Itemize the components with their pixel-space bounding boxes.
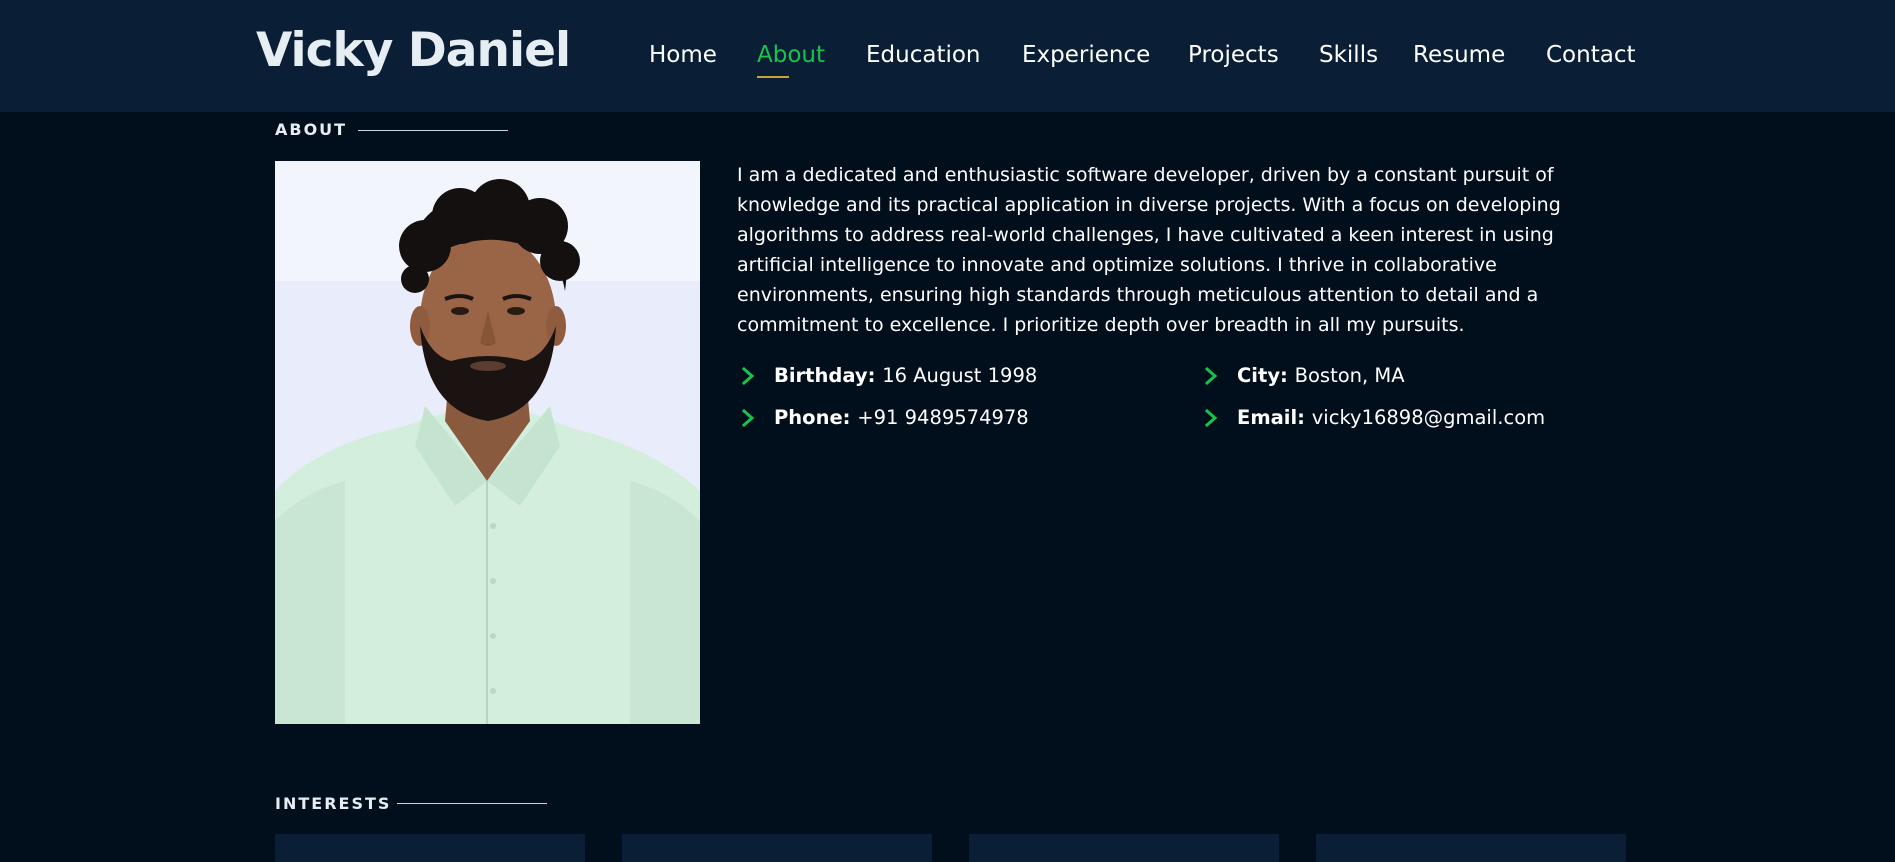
interest-card (969, 834, 1279, 862)
nav-resume[interactable]: Resume (1413, 38, 1505, 72)
about-title-line (358, 130, 508, 131)
nav-education[interactable]: Education (866, 38, 981, 72)
info-city-label: City: (1237, 364, 1288, 387)
info-birthday-label: Birthday: (774, 364, 876, 387)
nav-skills[interactable]: Skills (1319, 38, 1378, 72)
profile-photo-illustration (275, 161, 700, 724)
interests-title-line (397, 803, 547, 804)
info-email-label: Email: (1237, 406, 1305, 429)
about-bio: I am a dedicated and enthusiastic softwa… (737, 164, 1561, 336)
chevron-right-icon (741, 409, 755, 427)
info-phone-value: +91 9489574978 (857, 406, 1029, 429)
about-section-title: ABOUT (275, 120, 348, 139)
site-header: Vicky Daniel Home About Education Experi… (0, 0, 1895, 112)
chevron-right-icon (741, 367, 755, 385)
nav-about[interactable]: About (757, 38, 825, 72)
nav-home[interactable]: Home (649, 38, 717, 72)
info-email-value[interactable]: vicky16898@gmail.com (1312, 406, 1545, 429)
interests-section-title: INTERESTS (275, 794, 392, 813)
info-birthday-value: 16 August 1998 (882, 364, 1038, 387)
info-city-value: Boston, MA (1294, 364, 1405, 387)
info-phone-label: Phone: (774, 406, 851, 429)
nav-projects[interactable]: Projects (1188, 38, 1279, 72)
chevron-right-icon (1204, 409, 1218, 427)
interest-card (275, 834, 585, 862)
nav-contact[interactable]: Contact (1546, 38, 1635, 72)
active-nav-indicator (757, 76, 789, 78)
site-logo[interactable]: Vicky Daniel (256, 22, 571, 80)
nav-experience[interactable]: Experience (1022, 38, 1150, 72)
chevron-right-icon (1204, 367, 1218, 385)
profile-photo (275, 161, 700, 724)
interest-card (622, 834, 932, 862)
interest-card (1316, 834, 1626, 862)
